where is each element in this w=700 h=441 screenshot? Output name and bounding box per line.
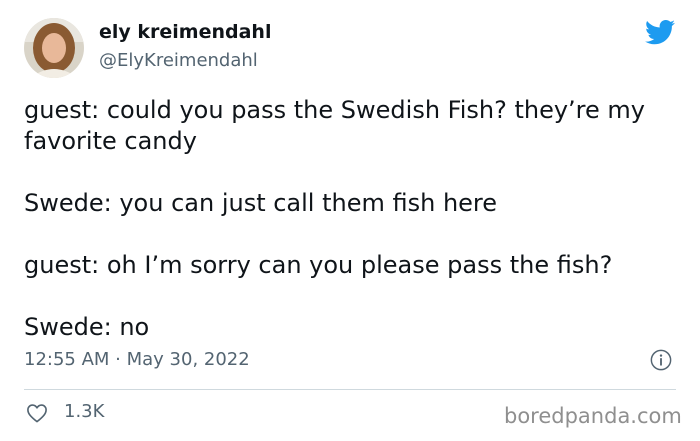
- user-handle[interactable]: @ElyKreimendahl: [99, 50, 258, 71]
- divider: [24, 389, 676, 390]
- info-icon[interactable]: [650, 349, 672, 371]
- tweet-text: guest: could you pass the Swedish Fish? …: [24, 95, 684, 343]
- tweet-paragraph: Swede: you can just call them fish here: [24, 189, 498, 217]
- tweet-paragraph: guest: oh I’m sorry can you please pass …: [24, 251, 613, 279]
- twitter-bird-icon[interactable]: [644, 17, 677, 47]
- watermark: boredpanda.com: [504, 404, 682, 428]
- display-name[interactable]: ely kreimendahl: [99, 21, 271, 43]
- heart-icon[interactable]: [26, 403, 48, 423]
- avatar-photo: [24, 18, 84, 78]
- tweet-paragraph: guest: could you pass the Swedish Fish? …: [24, 96, 645, 155]
- tweet-timestamp[interactable]: 12:55 AM · May 30, 2022: [24, 349, 250, 370]
- like-count[interactable]: 1.3K: [64, 401, 104, 422]
- tweet-paragraph: Swede: no: [24, 313, 150, 341]
- avatar[interactable]: [24, 18, 84, 78]
